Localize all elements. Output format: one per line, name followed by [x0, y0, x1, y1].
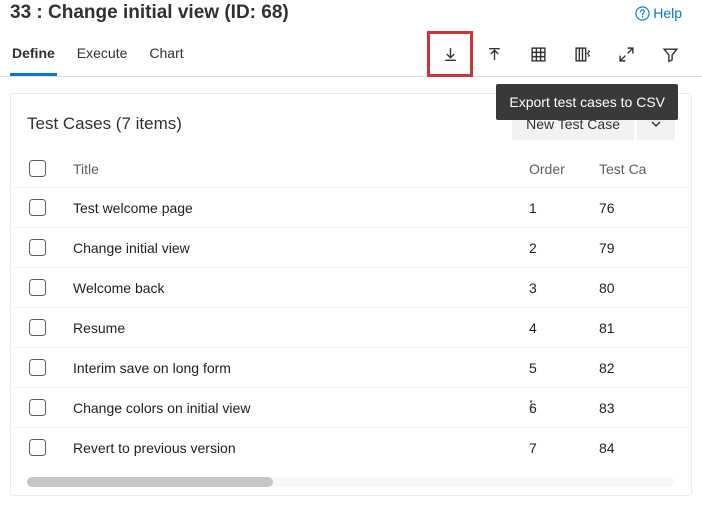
cell-order: 3	[529, 280, 599, 296]
tabs: Define Execute Chart	[10, 33, 186, 76]
help-link[interactable]: Help	[635, 5, 682, 21]
cell-testcase: 76	[599, 200, 675, 216]
table-row[interactable]: Change colors on initial view683	[11, 387, 691, 427]
columns-icon	[574, 46, 591, 63]
cell-title: Change initial view	[73, 240, 529, 256]
test-cases-panel: Test Cases (7 items) New Test Case Title…	[10, 93, 692, 496]
cell-title: Resume	[73, 320, 529, 336]
scrollbar-thumb[interactable]	[27, 477, 273, 487]
row-checkbox[interactable]	[29, 279, 46, 296]
row-checkbox[interactable]	[29, 239, 46, 256]
export-csv-button[interactable]	[428, 32, 472, 76]
export-tooltip: Export test cases to CSV	[496, 84, 678, 120]
table-row[interactable]: Change initial view279	[11, 227, 691, 267]
filter-button[interactable]	[648, 32, 692, 76]
row-actions-button[interactable]	[523, 398, 539, 417]
cell-title: Change colors on initial view	[73, 400, 529, 416]
tab-chart[interactable]: Chart	[147, 33, 185, 76]
select-all-checkbox[interactable]	[29, 160, 46, 177]
col-title[interactable]: Title	[73, 161, 529, 177]
table-row[interactable]: Resume481	[11, 307, 691, 347]
cell-testcase: 81	[599, 320, 675, 336]
cell-order: 7	[529, 440, 599, 456]
table-row[interactable]: Revert to previous version784	[11, 427, 691, 467]
kebab-icon	[523, 398, 539, 414]
upload-icon	[486, 46, 503, 63]
row-checkbox[interactable]	[29, 319, 46, 336]
table-row[interactable]: Welcome back380	[11, 267, 691, 307]
columns-button[interactable]	[560, 32, 604, 76]
row-checkbox[interactable]	[29, 199, 46, 216]
table-row[interactable]: Interim save on long form582	[11, 347, 691, 387]
expand-icon	[618, 46, 635, 63]
cell-order: 4	[529, 320, 599, 336]
panel-title: Test Cases (7 items)	[27, 114, 182, 134]
row-checkbox[interactable]	[29, 399, 46, 416]
help-icon	[635, 6, 650, 21]
cell-order: 5	[529, 360, 599, 376]
cell-title: Interim save on long form	[73, 360, 529, 376]
horizontal-scrollbar[interactable]	[27, 477, 675, 487]
row-checkbox[interactable]	[29, 359, 46, 376]
cell-testcase: 79	[599, 240, 675, 256]
grid-button[interactable]	[516, 32, 560, 76]
tab-define[interactable]: Define	[10, 33, 57, 76]
page-title: 33 : Change initial view (ID: 68)	[10, 2, 289, 24]
col-order[interactable]: Order	[529, 161, 599, 177]
cell-testcase: 82	[599, 360, 675, 376]
table-row[interactable]: Test welcome page176	[11, 187, 691, 227]
test-cases-table: Title Order Test Ca Test welcome page176…	[11, 156, 691, 467]
col-testcase[interactable]: Test Ca	[599, 161, 675, 177]
cell-order: 6	[529, 400, 599, 416]
cell-title: Test welcome page	[73, 200, 529, 216]
help-label: Help	[653, 5, 682, 21]
filter-icon	[662, 46, 679, 63]
row-checkbox[interactable]	[29, 439, 46, 456]
cell-testcase: 80	[599, 280, 675, 296]
import-button[interactable]	[472, 32, 516, 76]
cell-testcase: 83	[599, 400, 675, 416]
cell-title: Welcome back	[73, 280, 529, 296]
tab-execute[interactable]: Execute	[75, 33, 130, 76]
cell-title: Revert to previous version	[73, 440, 529, 456]
cell-order: 2	[529, 240, 599, 256]
fullscreen-button[interactable]	[604, 32, 648, 76]
download-icon	[442, 46, 459, 63]
grid-icon	[530, 46, 547, 63]
cell-order: 1	[529, 200, 599, 216]
cell-testcase: 84	[599, 440, 675, 456]
